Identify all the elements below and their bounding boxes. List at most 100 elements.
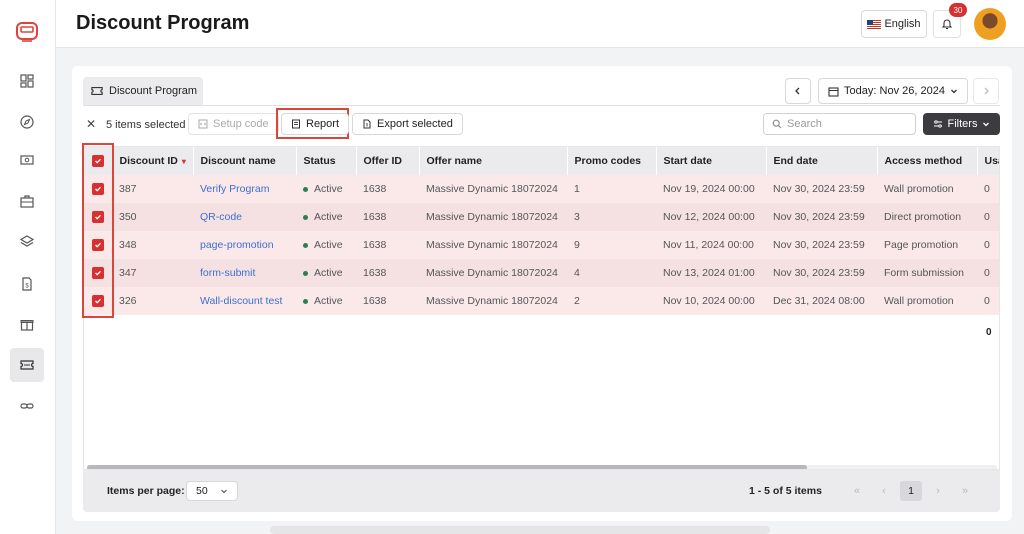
column-end-date[interactable]: End date — [766, 147, 878, 175]
table-row[interactable]: 347 form-submit Active 1638 Massive Dyna… — [84, 259, 999, 287]
cell-end-date: Nov 30, 2024 23:59 — [766, 231, 877, 259]
cell-start-date: Nov 11, 2024 00:00 — [656, 231, 766, 259]
clear-selection-icon[interactable]: ✕ — [86, 117, 96, 131]
column-offer-id[interactable]: Offer ID — [356, 147, 420, 175]
cell-start-date: Nov 13, 2024 01:00 — [656, 259, 766, 287]
export-selected-button[interactable]: Export selected — [352, 113, 463, 135]
cell-start-date: Nov 10, 2024 00:00 — [656, 287, 766, 315]
chevron-right-icon — [984, 87, 989, 95]
table-row[interactable]: 348 page-promotion Active 1638 Massive D… — [84, 231, 999, 259]
column-promo-codes[interactable]: Promo codes — [567, 147, 657, 175]
first-page-icon[interactable]: « — [846, 481, 868, 501]
date-next-button[interactable] — [973, 78, 999, 104]
table-header-row: Discount ID ▾ Discount name Status Offer … — [84, 147, 999, 175]
cell-status: Active — [296, 231, 356, 259]
column-usage[interactable]: Usa — [977, 147, 999, 175]
cell-usage: 0 — [977, 287, 999, 315]
ticket-icon — [20, 360, 34, 370]
filters-label: Filters — [947, 118, 978, 130]
cell-discount-id: 348 — [112, 231, 193, 259]
sidebar-item-finance[interactable] — [10, 143, 44, 177]
dashboard-icon — [20, 74, 34, 88]
table-row[interactable]: 326 Wall-discount test Active 1638 Massi… — [84, 287, 999, 315]
last-page-icon[interactable]: » — [954, 481, 976, 501]
notification-badge: 30 — [949, 3, 967, 17]
cell-discount-id: 350 — [112, 203, 193, 231]
sidebar-item-links[interactable] — [10, 389, 44, 423]
report-button[interactable]: Report — [281, 113, 350, 135]
items-per-page-select[interactable]: 50 — [186, 481, 238, 501]
filters-button[interactable]: Filters — [923, 113, 1000, 135]
column-discount-name[interactable]: Discount name — [193, 147, 297, 175]
discount-name-link[interactable]: QR-code — [193, 203, 296, 231]
discount-name-link[interactable]: page-promotion — [193, 231, 296, 259]
column-start-date[interactable]: Start date — [656, 147, 767, 175]
search-placeholder: Search — [787, 118, 822, 130]
sidebar-item-rewards[interactable] — [10, 307, 44, 341]
next-page-icon[interactable]: › — [927, 481, 949, 501]
page-title: Discount Program — [76, 12, 250, 34]
discount-name-link[interactable]: Wall-discount test — [193, 287, 296, 315]
cell-access-method: Wall promotion — [877, 287, 977, 315]
cell-usage: 0 — [977, 231, 999, 259]
cell-status: Active — [296, 259, 356, 287]
cell-usage: 0 — [977, 203, 999, 231]
calendar-icon — [828, 86, 839, 97]
cell-offer-name: Massive Dynamic 18072024 — [419, 287, 567, 315]
avatar[interactable] — [974, 8, 1006, 40]
sidebar-item-invoices[interactable]: $ — [10, 267, 44, 301]
gift-icon — [20, 320, 34, 331]
export-file-icon — [363, 119, 371, 129]
column-access-method[interactable]: Access method — [877, 147, 978, 175]
tab-discount-program[interactable]: Discount Program — [83, 77, 203, 105]
cell-offer-name: Massive Dynamic 18072024 — [419, 231, 567, 259]
search-input[interactable]: Search — [763, 113, 916, 135]
sidebar-item-business[interactable] — [10, 184, 44, 218]
cell-offer-name: Massive Dynamic 18072024 — [419, 259, 567, 287]
cell-access-method: Form submission — [877, 259, 977, 287]
date-label: Today: Nov 26, 2024 — [844, 85, 945, 97]
cell-end-date: Dec 31, 2024 08:00 — [766, 287, 877, 315]
sort-desc-icon[interactable]: ▾ — [182, 157, 186, 166]
cell-end-date: Nov 30, 2024 23:59 — [766, 203, 877, 231]
pagination-bar: Items per page: 50 1 - 5 of 5 items « ‹ … — [83, 470, 1000, 512]
chevron-down-icon — [220, 489, 227, 494]
date-prev-button[interactable] — [785, 78, 811, 104]
us-flag-icon — [867, 19, 882, 29]
column-discount-id[interactable]: Discount ID ▾ — [112, 147, 194, 175]
sidebar-item-dashboard[interactable] — [10, 64, 44, 98]
date-picker-button[interactable]: Today: Nov 26, 2024 — [818, 78, 968, 104]
cell-start-date: Nov 12, 2024 00:00 — [656, 203, 766, 231]
setup-code-button[interactable]: Setup code — [188, 113, 279, 135]
chevron-down-icon — [983, 122, 990, 127]
cell-offer-id: 1638 — [356, 231, 419, 259]
sidebar-item-explore[interactable] — [10, 105, 44, 139]
cell-promo-codes: 9 — [567, 231, 656, 259]
table-row[interactable]: 387 Verify Program Active 1638 Massive D… — [84, 175, 999, 203]
prev-page-icon[interactable]: ‹ — [873, 481, 895, 501]
cell-status: Active — [296, 175, 356, 203]
cell-status: Active — [296, 203, 356, 231]
language-label: English — [884, 18, 921, 30]
search-icon — [772, 119, 782, 129]
report-icon — [292, 119, 300, 129]
logo-icon[interactable] — [16, 22, 38, 42]
discount-name-link[interactable]: form-submit — [193, 259, 296, 287]
items-per-page-value: 50 — [196, 485, 208, 497]
column-offer-name[interactable]: Offer name — [419, 147, 568, 175]
discount-name-link[interactable]: Verify Program — [193, 175, 296, 203]
sidebar: $ — [0, 0, 56, 534]
discount-table: Discount ID ▾ Discount name Status Offer … — [83, 146, 1000, 470]
sidebar-item-layers[interactable] — [10, 225, 44, 259]
status-dot-icon — [303, 270, 308, 276]
cell-usage: 0 — [977, 259, 999, 287]
table-row[interactable]: 350 QR-code Active 1638 Massive Dynamic … — [84, 203, 999, 231]
status-dot-icon — [303, 214, 308, 220]
link-icon — [20, 403, 34, 409]
page-button-current[interactable]: 1 — [900, 481, 922, 501]
header: Discount Program English 30 — [56, 0, 1024, 48]
column-status[interactable]: Status — [296, 147, 357, 175]
bottom-scroll-indicator — [270, 526, 770, 534]
sidebar-item-discount-program[interactable] — [10, 348, 44, 382]
language-button[interactable]: English — [861, 10, 927, 38]
